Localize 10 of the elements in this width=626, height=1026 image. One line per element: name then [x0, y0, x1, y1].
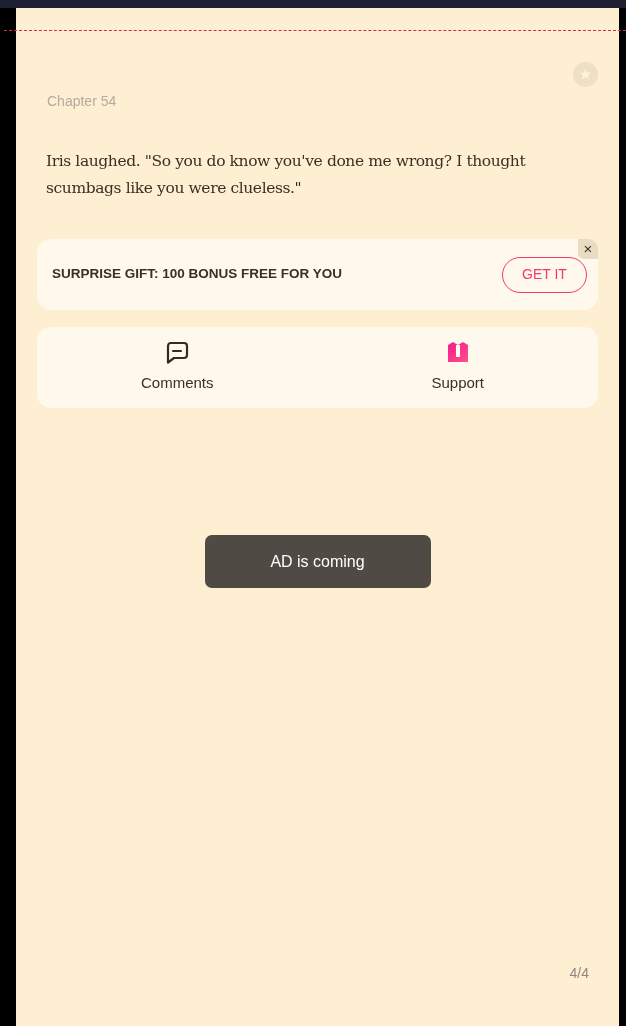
chapter-paragraph: Iris laughed. "So you do know you've done me wrong? I thought scumbags like you were clueless." [46, 151, 527, 199]
ad-toast: AD is coming [204, 535, 431, 588]
gift-icon [445, 340, 470, 365]
comment-icon [165, 340, 190, 364]
comments-button[interactable]: Comments [37, 327, 318, 408]
support-button[interactable]: Support [317, 327, 598, 408]
gift-text: SURPRISE GIFT: 100 BONUS FREE FOR YOU [52, 265, 343, 284]
chapter-title: Chapter 54 [47, 92, 118, 111]
close-button[interactable]: × [578, 239, 598, 259]
page-indicator: 4/4 [569, 964, 589, 983]
